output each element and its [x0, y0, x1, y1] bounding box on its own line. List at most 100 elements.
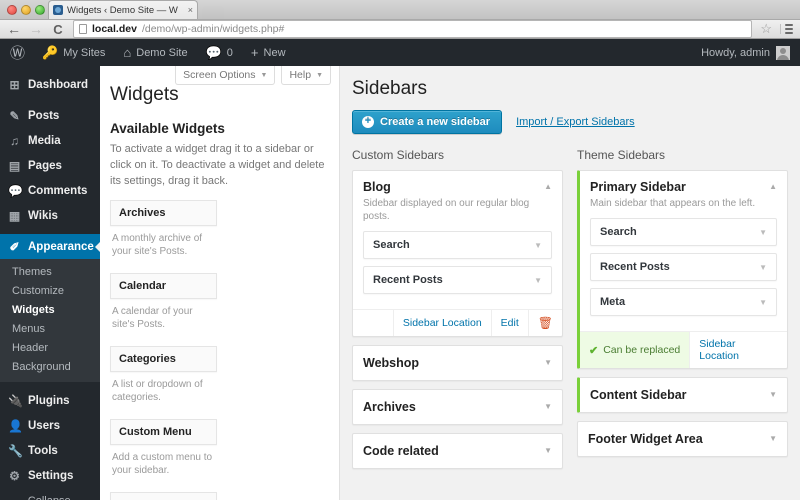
trash-icon[interactable]: 🗑: [527, 310, 562, 336]
chevron-down-icon[interactable]: ▼: [759, 228, 767, 237]
sidebar-location-button[interactable]: Sidebar Location: [689, 332, 787, 368]
sidebar-location-button[interactable]: Sidebar Location: [392, 310, 491, 336]
widget-card[interactable]: Calendar A calendar of your site's Posts…: [110, 272, 217, 340]
browser-tab[interactable]: Widgets ‹ Demo Site — W ×: [48, 0, 198, 19]
sidebar-item-label: Comments: [28, 184, 88, 197]
chevron-down-icon: ▼: [260, 71, 268, 79]
chevron-down-icon[interactable]: ▼: [763, 432, 777, 446]
sidebar-box-footer-widget-area[interactable]: Footer Widget Area ▼: [577, 421, 788, 457]
sidebar-subitem-customize[interactable]: Customize: [0, 282, 100, 301]
chevron-up-icon[interactable]: ▲: [538, 180, 552, 194]
widget-card[interactable]: Categories A list or dropdown of categor…: [110, 345, 217, 413]
adminbar-item-new[interactable]: + New: [242, 39, 295, 66]
address-bar[interactable]: local.dev/demo/wp-admin/widgets.php#: [73, 20, 753, 38]
sidebar-item-label: Settings: [28, 469, 74, 482]
chevron-down-icon[interactable]: ▼: [763, 388, 777, 402]
url-host: local.dev: [92, 23, 137, 35]
sidebar-box-archives[interactable]: Archives ▼: [352, 389, 563, 425]
maximize-window-button[interactable]: [35, 5, 45, 15]
sidebar-item-media[interactable]: ♫ Media: [0, 128, 100, 153]
adminbar-item-comments[interactable]: 💬 0: [197, 39, 242, 66]
bookmark-star-icon[interactable]: ☆: [760, 21, 772, 37]
pin-icon: ✎: [9, 108, 20, 123]
sidebar-subitem-widgets[interactable]: Widgets: [0, 301, 100, 320]
browser-menu-icon[interactable]: [780, 24, 793, 34]
chevron-down-icon[interactable]: ▼: [759, 263, 767, 272]
sidebar-widget-name: Meta: [600, 296, 626, 308]
sidebar-box-content-sidebar[interactable]: Content Sidebar ▼: [577, 377, 788, 413]
chevron-down-icon[interactable]: ▼: [534, 241, 542, 250]
widget-card-title[interactable]: Custom Menu: [110, 418, 217, 445]
sidebar-item-appearance[interactable]: ✐ Appearance: [0, 234, 100, 259]
import-export-sidebars-link[interactable]: Import / Export Sidebars: [516, 116, 635, 128]
adminbar-howdy[interactable]: Howdy, admin: [701, 45, 800, 60]
collapse-menu-button[interactable]: ◀ Collapse menu: [0, 494, 100, 500]
minimize-window-button[interactable]: [21, 5, 31, 15]
window-controls[interactable]: [7, 5, 45, 15]
sidebar-box-footer: ✔ Can be replaced Sidebar Location: [580, 331, 787, 368]
widget-card-title[interactable]: Categories: [110, 345, 217, 372]
chevron-down-icon[interactable]: ▼: [759, 298, 767, 307]
sidebar-item-comments[interactable]: 💬 Comments: [0, 178, 100, 203]
sidebar-subitem-themes[interactable]: Themes: [0, 263, 100, 282]
close-window-button[interactable]: [7, 5, 17, 15]
sidebar-widget-row[interactable]: Search ▼: [363, 231, 552, 259]
help-tab[interactable]: Help ▼: [281, 66, 331, 85]
sidebar-item-posts[interactable]: ✎ Posts: [0, 103, 100, 128]
dashboard-icon: ⊞: [9, 77, 20, 92]
chevron-down-icon[interactable]: ▼: [534, 276, 542, 285]
sidebar-subitem-background[interactable]: Background: [0, 358, 100, 377]
wordpress-logo-icon[interactable]: Ⓦ: [0, 39, 33, 66]
chevron-down-icon[interactable]: ▼: [538, 400, 552, 414]
create-new-sidebar-button[interactable]: + Create a new sidebar: [352, 110, 503, 134]
sidebar-widget-row[interactable]: Recent Posts ▼: [590, 253, 777, 281]
adminbar-item-demo-site[interactable]: ⌂ Demo Site: [114, 39, 196, 66]
chevron-up-icon[interactable]: ▲: [763, 180, 777, 194]
sidebar-subitem-header[interactable]: Header: [0, 339, 100, 358]
sidebar-box-header[interactable]: Blog Sidebar displayed on our regular bl…: [353, 171, 562, 231]
widget-card-description: A calendar of your site's Posts.: [112, 305, 193, 331]
widget-card-title[interactable]: Archives: [110, 199, 217, 226]
sidebar-item-label: Tools: [28, 444, 58, 457]
sidebar-box-primary-sidebar[interactable]: Primary Sidebar Main sidebar that appear…: [577, 170, 788, 369]
sidebar-box-webshop[interactable]: Webshop ▼: [352, 345, 563, 381]
page-icon: [79, 24, 87, 34]
check-icon: ✔: [589, 344, 599, 357]
widget-card-title[interactable]: Calendar: [110, 272, 217, 299]
sidebars-panel: Sidebars + Create a new sidebar Import /…: [340, 66, 800, 500]
adminbar-item-my-sites[interactable]: 🔑 My Sites: [33, 39, 114, 66]
sidebar-box-header[interactable]: Primary Sidebar Main sidebar that appear…: [580, 171, 787, 218]
sidebar-widget-row[interactable]: Search ▼: [590, 218, 777, 246]
widget-card[interactable]: Custom Menu Add a custom menu to your si…: [110, 418, 217, 486]
forward-icon: →: [29, 21, 43, 37]
back-icon[interactable]: ←: [7, 21, 21, 37]
sidebar-item-dashboard[interactable]: ⊞ Dashboard: [0, 72, 100, 97]
close-icon[interactable]: ×: [188, 5, 193, 15]
reload-icon[interactable]: C: [51, 22, 65, 37]
new-tab-button[interactable]: [202, 6, 224, 19]
chevron-down-icon[interactable]: ▼: [538, 444, 552, 458]
sidebar-item-wikis[interactable]: ▦ Wikis: [0, 203, 100, 228]
sidebar-item-label: Plugins: [28, 394, 70, 407]
sidebar-box-blog[interactable]: Blog Sidebar displayed on our regular bl…: [352, 170, 563, 337]
sidebar-item-tools[interactable]: 🔧 Tools: [0, 438, 100, 463]
sidebar-item-settings[interactable]: ⚙ Settings: [0, 463, 100, 488]
sidebar-item-plugins[interactable]: 🔌 Plugins: [0, 388, 100, 413]
sidebar-box-code-related[interactable]: Code related ▼: [352, 433, 563, 469]
sidebar-widget-row[interactable]: Meta ▼: [590, 288, 777, 316]
users-icon: 👤: [8, 418, 23, 433]
screen-options-label: Screen Options: [183, 69, 256, 81]
sidebar-widget-row[interactable]: Recent Posts ▼: [363, 266, 552, 294]
chevron-down-icon[interactable]: ▼: [538, 356, 552, 370]
widget-card[interactable]: Archives A monthly archive of your site'…: [110, 199, 217, 267]
edit-sidebar-button[interactable]: Edit: [490, 310, 528, 336]
widget-card[interactable]: Google Maps Widget Google Maps Widget: [110, 491, 217, 500]
widget-card-title[interactable]: Google Maps Widget: [110, 491, 217, 500]
sidebar-subitem-menus[interactable]: Menus: [0, 320, 100, 339]
sidebar-item-users[interactable]: 👤 Users: [0, 413, 100, 438]
sidebars-title: Sidebars: [352, 78, 427, 99]
sidebar-item-label: Dashboard: [28, 78, 89, 91]
adminbar-label: My Sites: [63, 46, 106, 59]
screen-options-tab[interactable]: Screen Options ▼: [175, 66, 276, 85]
sidebar-item-pages[interactable]: ▤ Pages: [0, 153, 100, 178]
